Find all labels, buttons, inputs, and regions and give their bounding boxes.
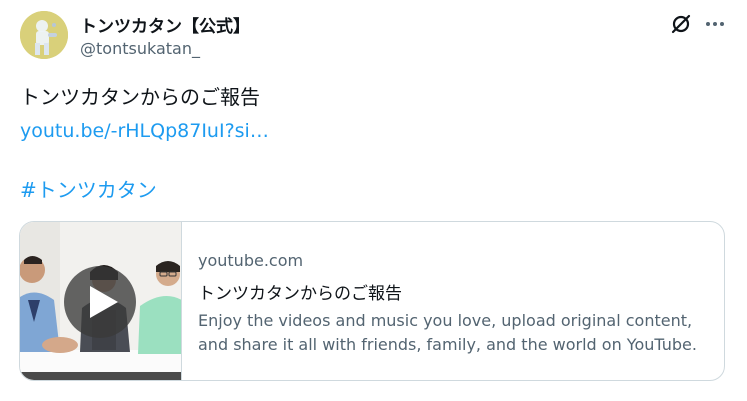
tweet-text: トンツカタンからのご報告: [20, 85, 260, 109]
author-name[interactable]: トンツカタン【公式】: [80, 12, 250, 37]
card-title: トンツカタンからのご報告: [198, 284, 402, 304]
card-description: Enjoy the videos and music you love, upl…: [198, 311, 697, 354]
video-thumbnail[interactable]: [20, 222, 181, 380]
link-preview-card[interactable]: youtube.com トンツカタンからのご報告 Enjoy the video…: [19, 221, 725, 381]
more-options-icon[interactable]: [703, 12, 727, 36]
author-handle[interactable]: @tontsukatan_: [80, 39, 200, 58]
video-thumbnail-with-play-icon: [20, 222, 181, 380]
avatar[interactable]: [20, 11, 68, 59]
card-domain: youtube.com: [198, 251, 304, 270]
tweet-link[interactable]: youtu.be/-rHLQp87IuI?si…: [20, 118, 269, 144]
card-divider: [181, 222, 182, 380]
x-logo-icon[interactable]: [670, 13, 692, 35]
hashtag-link[interactable]: #トンツカタン: [20, 177, 157, 203]
avatar-illustration-icon: [20, 11, 68, 59]
